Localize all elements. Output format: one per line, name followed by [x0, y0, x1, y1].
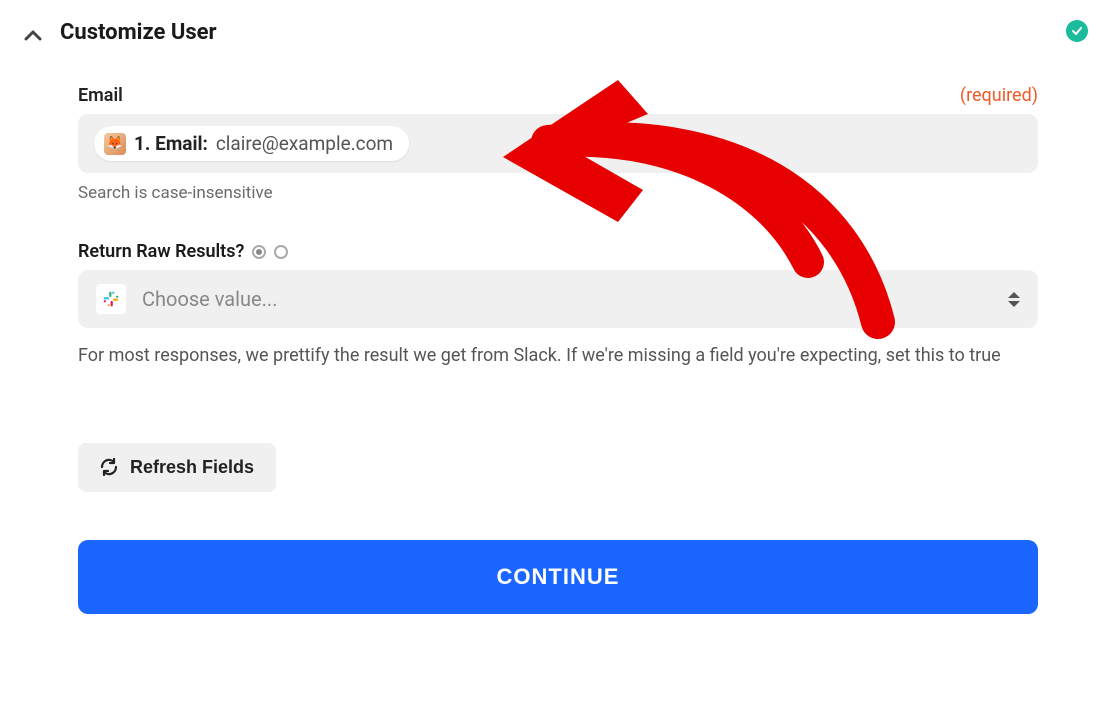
email-label: Email — [78, 85, 123, 106]
app-icon: 🦊 — [104, 133, 126, 155]
status-complete-badge — [1066, 20, 1088, 42]
select-placeholder: Choose value... — [142, 287, 277, 311]
email-helper-text: Search is case-insensitive — [78, 183, 1038, 203]
email-input[interactable]: 🦊 1. Email: claire@example.com — [78, 114, 1038, 173]
raw-results-label-row: Return Raw Results? — [78, 241, 1038, 262]
pill-value: claire@example.com — [216, 132, 393, 155]
section-header: Customize User — [0, 20, 1116, 45]
required-tag: (required) — [960, 85, 1038, 106]
section-title: Customize User — [60, 20, 217, 45]
refresh-label: Refresh Fields — [130, 457, 254, 478]
refresh-icon — [100, 458, 118, 476]
radio-option-default[interactable] — [252, 245, 266, 259]
raw-results-label: Return Raw Results? — [78, 241, 244, 262]
raw-results-description: For most responses, we prettify the resu… — [78, 342, 1038, 371]
raw-results-select[interactable]: Choose value... — [78, 270, 1038, 328]
chevron-up-icon[interactable] — [24, 27, 42, 39]
email-label-row: Email (required) — [78, 85, 1038, 106]
refresh-fields-button[interactable]: Refresh Fields — [78, 443, 276, 492]
pill-prefix: 1. Email: — [134, 132, 208, 155]
email-value-pill[interactable]: 🦊 1. Email: claire@example.com — [94, 126, 409, 161]
sort-arrows-icon — [1008, 292, 1020, 307]
continue-button[interactable]: CONTINUE — [78, 540, 1038, 614]
radio-option-custom[interactable] — [274, 245, 288, 259]
slack-icon — [96, 284, 126, 314]
